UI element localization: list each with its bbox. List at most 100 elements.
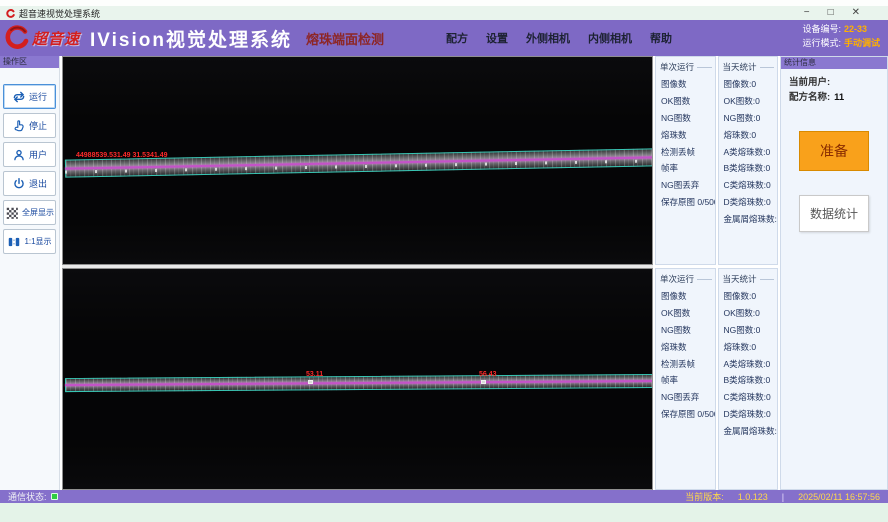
today-stats-title: 当天统计: [719, 59, 778, 76]
user-button[interactable]: 用户: [3, 142, 56, 167]
stat-row: NG图丢弃: [656, 177, 715, 194]
run-mode-value: 手动调试: [844, 38, 880, 48]
desktop-margin-bottom: [0, 503, 888, 522]
current-user-label: 当前用户:: [789, 77, 830, 88]
stat-row: 帧率: [656, 372, 715, 389]
fullscreen-button[interactable]: 全屏显示: [3, 200, 56, 225]
user-icon: [12, 148, 26, 162]
measurement-point-marker: [308, 380, 313, 384]
data-statistics-button[interactable]: 数据统计: [799, 195, 869, 232]
stat-row: NG图数: [656, 322, 715, 339]
brand-swirl-icon: [4, 25, 30, 51]
app-window: 超音速视觉处理系统 − □ ✕ 超音速 IVision视觉处理系统 熔珠端面检测…: [0, 0, 888, 522]
today-stats: 当天统计 图像数:0OK图数:0NG图数:0熔珠数:0A类熔珠数:0B类熔珠数:…: [718, 268, 779, 490]
single-run-stats: 单次运行 图像数OK图数NG图数熔珠数检测丢帧帧率NG图丢弃保存原图 0/500: [655, 56, 716, 265]
stat-row: 检测丢帧: [656, 143, 715, 160]
stat-row: A类熔珠数:0: [719, 143, 778, 160]
comm-status-led: [51, 493, 58, 500]
measurement-annotation-left: 53.11: [306, 371, 323, 378]
window-title: 超音速视觉处理系统: [19, 7, 100, 20]
inner-camera-stats-panel: 单次运行 图像数OK图数NG图数熔珠数检测丢帧帧率NG图丢弃保存原图 0/500…: [655, 268, 778, 490]
stat-row: C类熔珠数:0: [719, 177, 778, 194]
sidebar-title: 操作区: [0, 56, 59, 68]
one-to-one-button[interactable]: 1:1显示: [3, 229, 56, 254]
fullscreen-button-label: 全屏显示: [22, 207, 54, 218]
recipe-name-value: 11: [834, 92, 844, 103]
stat-row: 图像数:0: [719, 76, 778, 93]
info-panel: 统计信息 当前用户: 配方名称:11 准备 数据统计: [780, 56, 888, 490]
device-number-value: 22-33: [844, 24, 867, 34]
version-label: 当前版本:: [685, 490, 724, 503]
measurement-point-marker: [481, 380, 486, 384]
menu-bar: 配方 设置 外侧相机 内侧相机 帮助: [446, 30, 672, 46]
menu-item[interactable]: 设置: [486, 30, 508, 46]
window-controls: − □ ✕: [804, 8, 860, 18]
title-rule: [697, 279, 711, 280]
single-run-stats: 单次运行 图像数OK图数NG图数熔珠数检测丢帧帧率NG图丢弃保存原图 0/500: [655, 268, 716, 490]
stat-row: 熔珠数:0: [719, 338, 778, 355]
stat-row: OK图数:0: [719, 93, 778, 110]
run-button-label: 运行: [29, 90, 47, 103]
minimize-button[interactable]: −: [804, 8, 810, 18]
version-value: 1.0.123: [738, 492, 768, 502]
app-subtitle: 熔珠端面检测: [306, 29, 384, 48]
prepare-button[interactable]: 准备: [799, 131, 869, 171]
stat-row: 帧率: [656, 160, 715, 177]
outer-camera-stats-panel: 单次运行 图像数OK图数NG图数熔珠数检测丢帧帧率NG图丢弃保存原图 0/500…: [655, 56, 778, 265]
single-run-title: 单次运行: [656, 59, 715, 76]
stat-row: 金属屑熔珠数:0: [719, 422, 778, 439]
stat-row: OK图数: [656, 93, 715, 110]
outer-camera-viewport: 44988539.531.49 31.5341.49: [62, 56, 653, 265]
stat-row: 保存原图 0/500: [656, 405, 715, 422]
stat-row: C类熔珠数:0: [719, 389, 778, 406]
stat-row: OK图数: [656, 305, 715, 322]
info-rows: 当前用户: 配方名称: 11: [781, 69, 887, 105]
today-stats: 当天统计 图像数:0OK图数:0NG图数:0熔珠数:0A类熔珠数:0B类熔珠数:…: [718, 56, 779, 265]
sidebar: 操作区 运行 停止 用户: [0, 56, 60, 490]
title-rule: [697, 67, 711, 68]
exit-button-label: 退出: [29, 177, 47, 190]
measurement-annotation: 44988539.531.49 31.5341.49: [76, 152, 167, 159]
inner-camera-viewport: 53.11 56.43: [62, 268, 653, 490]
single-run-title: 单次运行: [656, 271, 715, 288]
run-mode-label: 运行模式:: [802, 38, 841, 48]
device-info: 设备编号:22-33 运行模式:手动调试: [802, 23, 880, 51]
stat-row: 保存原图 0/500: [656, 193, 715, 210]
maximize-button[interactable]: □: [828, 8, 834, 18]
recipe-name-label: 配方名称:: [789, 92, 830, 103]
run-cycle-icon: [12, 90, 26, 104]
statusbar: 通信状态: 当前版本: 1.0.123 | 2025/02/11 16:57:5…: [0, 490, 888, 503]
stat-row: 熔珠数:0: [719, 126, 778, 143]
stat-row: 金属屑熔珠数:0: [719, 210, 778, 227]
device-number-label: 设备编号:: [802, 24, 841, 34]
stat-row: D类熔珠数:0: [719, 405, 778, 422]
stop-button-label: 停止: [29, 119, 47, 132]
title-rule: [760, 279, 774, 280]
stat-row: NG图数: [656, 110, 715, 127]
stat-row: 图像数: [656, 288, 715, 305]
stat-row: D类熔珠数:0: [719, 193, 778, 210]
stat-row: OK图数:0: [719, 305, 778, 322]
app-logo-icon: [6, 9, 15, 18]
stat-row: NG图数:0: [719, 110, 778, 127]
stat-row: A类熔珠数:0: [719, 355, 778, 372]
stat-row: 图像数:0: [719, 288, 778, 305]
menu-item[interactable]: 配方: [446, 30, 468, 46]
stop-hand-icon: [12, 119, 26, 133]
stat-row: 熔珠数: [656, 126, 715, 143]
camera-views: 44988539.531.49 31.5341.49 53.11 56.43: [62, 56, 653, 490]
close-button[interactable]: ✕: [852, 8, 860, 18]
measurement-annotation-right: 56.43: [479, 371, 497, 378]
menu-item[interactable]: 内侧相机: [588, 30, 632, 46]
comm-status-label: 通信状态:: [8, 490, 47, 503]
sidebar-buttons: 运行 停止 用户 退出: [0, 68, 59, 254]
stop-button[interactable]: 停止: [3, 113, 56, 138]
menu-item[interactable]: 外侧相机: [526, 30, 570, 46]
stat-row: B类熔珠数:0: [719, 372, 778, 389]
main-content: 操作区 运行 停止 用户: [0, 56, 888, 490]
run-button[interactable]: 运行: [3, 84, 56, 109]
stat-row: B类熔珠数:0: [719, 160, 778, 177]
one-to-one-icon: [7, 235, 21, 249]
exit-button[interactable]: 退出: [3, 171, 56, 196]
menu-item[interactable]: 帮助: [650, 30, 672, 46]
